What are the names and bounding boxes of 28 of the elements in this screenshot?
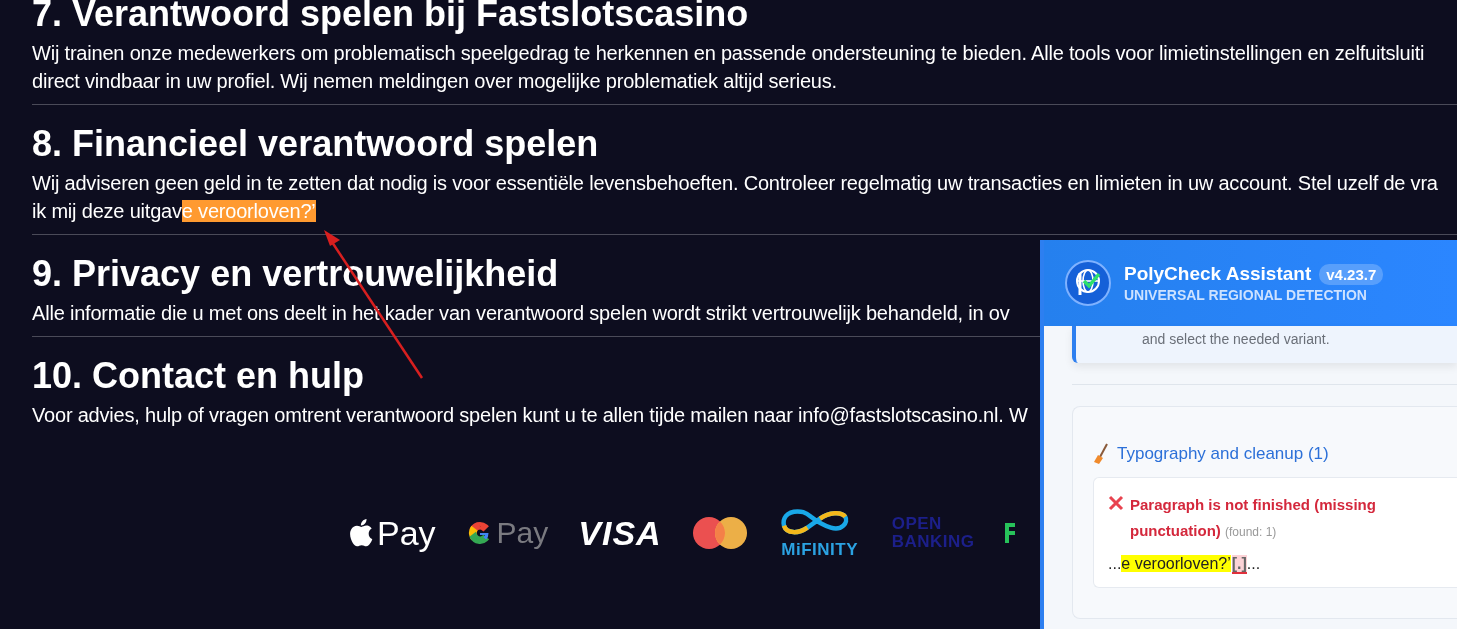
apple-pay-logo: Pay: [350, 513, 436, 553]
globe-check-icon: [1064, 259, 1112, 307]
paragraph-line: Wij adviseren geen geld in te zetten dat nodig is voor essentiële levensbehoeften. Controleer regelmatig uw transacties en limieten in uw account. Stel uzelf de vra: [32, 171, 1438, 196]
matched-text: e veroorloven?’: [1121, 555, 1231, 572]
cross-icon: [1108, 495, 1124, 511]
brush-icon: [1093, 443, 1109, 465]
group-title: Typography and cleanup (1): [1117, 444, 1329, 464]
paragraph-line: Wij trainen onze medewerkers om problematisch speelgedrag te herkennen en passende ondersteuning te bieden. Alle tools voor limietinstellingen en zelfuitsluiti: [32, 41, 1425, 66]
paragraph-line: Alle informatie die u met ons deelt in het kader van verantwoord spelen wordt strikt vertrouwelijk behandeld, in ov: [32, 301, 1010, 326]
mastercard-logo: [691, 516, 748, 550]
panel-subtitle: UNIVERSAL REGIONAL DETECTION: [1124, 287, 1368, 303]
google-pay-logo: Pay: [465, 516, 549, 550]
section-heading: 8. Financieel verantwoord spelen: [32, 122, 599, 166]
snippet-text: ...: [1108, 555, 1122, 572]
payment-logo: [1004, 523, 1015, 543]
snippet-text: ...: [1246, 555, 1261, 572]
notice-text: and select the needed variant.: [1142, 331, 1330, 347]
version-badge: v4.23.7: [1319, 263, 1384, 285]
mifinity-logo: MiFINITY: [777, 506, 862, 560]
visa-logo: VISA: [578, 513, 662, 553]
section-heading: 7. Verantwoord spelen bij Fastslotscasino: [32, 0, 749, 36]
paragraph-line: Voor advies, hulp of vragen omtrent verantwoord spelen kunt u te allen tijde mailen naar info@fastslotscasino.nl. W: [32, 403, 1028, 428]
panel-title: PolyCheck Assistant: [1124, 263, 1312, 285]
open-banking-logo: OPEN BANKING: [891, 515, 975, 551]
issue-title: Paragraph is not finished (missing punctuation) (found: 1): [1130, 495, 1377, 541]
section-heading: 10. Contact en hulp: [32, 354, 365, 398]
paragraph-line: direct vindbaar in uw profiel. Wij nemen meldingen over mogelijke problematiek altijd serieus.: [32, 69, 837, 94]
suggestion-mark[interactable]: [.]: [1231, 555, 1247, 574]
